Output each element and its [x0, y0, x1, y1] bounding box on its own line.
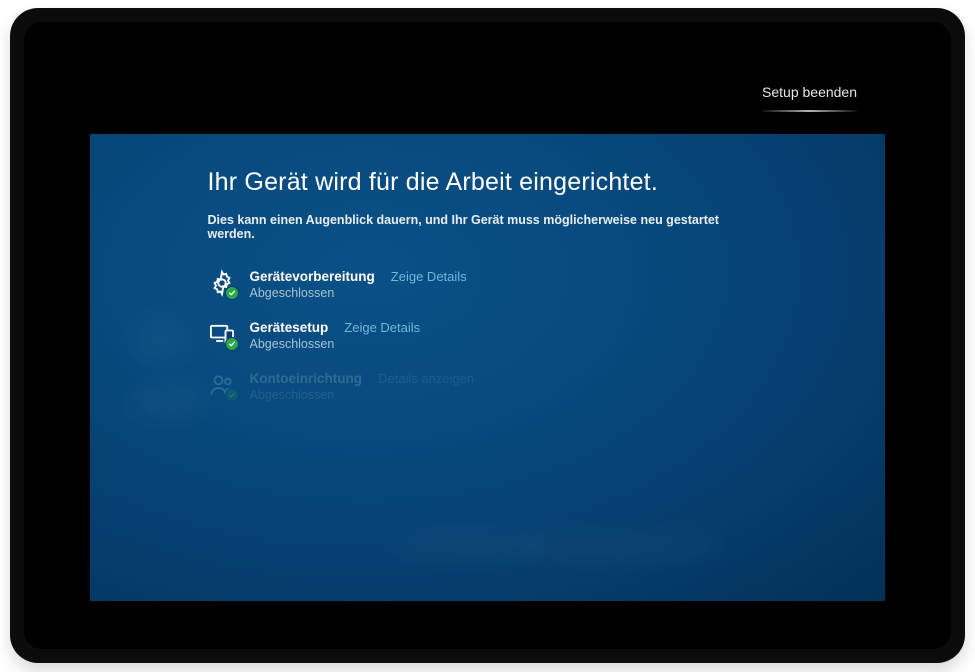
oobe-content: Ihr Gerät wird für die Arbeit eingericht… — [208, 168, 768, 402]
exit-setup-underline — [762, 110, 857, 112]
check-icon — [225, 337, 239, 351]
topbar: Setup beenden — [762, 84, 857, 112]
photo-smudge — [505, 531, 725, 561]
device-bezel: Setup beenden Ihr Gerät wird für die Arb… — [24, 22, 951, 649]
check-icon — [225, 388, 239, 402]
exit-setup-link[interactable]: Setup beenden — [762, 84, 857, 106]
devices-icon — [208, 320, 236, 348]
step-text: Kontoeinrichtung Details anzeigen Abgesc… — [250, 371, 475, 402]
check-icon — [225, 286, 239, 300]
step-name: Gerätesetup — [250, 320, 329, 335]
step-status: Abgeschlossen — [250, 286, 467, 300]
gear-icon — [208, 269, 236, 297]
step-name: Kontoeinrichtung — [250, 371, 362, 386]
device-frame: Setup beenden Ihr Gerät wird für die Arb… — [10, 8, 965, 663]
show-details-link[interactable]: Zeige Details — [391, 269, 467, 284]
step-account-setup: Kontoeinrichtung Details anzeigen Abgesc… — [208, 371, 768, 402]
step-name: Gerätevorbereitung — [250, 269, 375, 284]
photo-smudge — [130, 314, 190, 364]
oobe-panel: Ihr Gerät wird für die Arbeit eingericht… — [90, 134, 885, 601]
photo-smudge — [128, 381, 208, 421]
user-icon — [208, 371, 236, 399]
step-device-setup: Gerätesetup Zeige Details Abgeschlossen — [208, 320, 768, 351]
show-details-link[interactable]: Zeige Details — [344, 320, 420, 335]
step-status: Abgeschlossen — [250, 388, 475, 402]
page-title: Ihr Gerät wird für die Arbeit eingericht… — [208, 168, 768, 197]
photo-smudge — [390, 531, 550, 561]
step-status: Abgeschlossen — [250, 337, 421, 351]
show-details-link[interactable]: Details anzeigen — [378, 371, 474, 386]
screen: Setup beenden Ihr Gerät wird für die Arb… — [90, 70, 885, 601]
tablet-mockup: Setup beenden Ihr Gerät wird für die Arb… — [0, 0, 975, 672]
step-text: Gerätevorbereitung Zeige Details Abgesch… — [250, 269, 467, 300]
page-subtitle: Dies kann einen Augenblick dauern, und I… — [208, 213, 768, 241]
step-device-preparation: Gerätevorbereitung Zeige Details Abgesch… — [208, 269, 768, 300]
step-text: Gerätesetup Zeige Details Abgeschlossen — [250, 320, 421, 351]
